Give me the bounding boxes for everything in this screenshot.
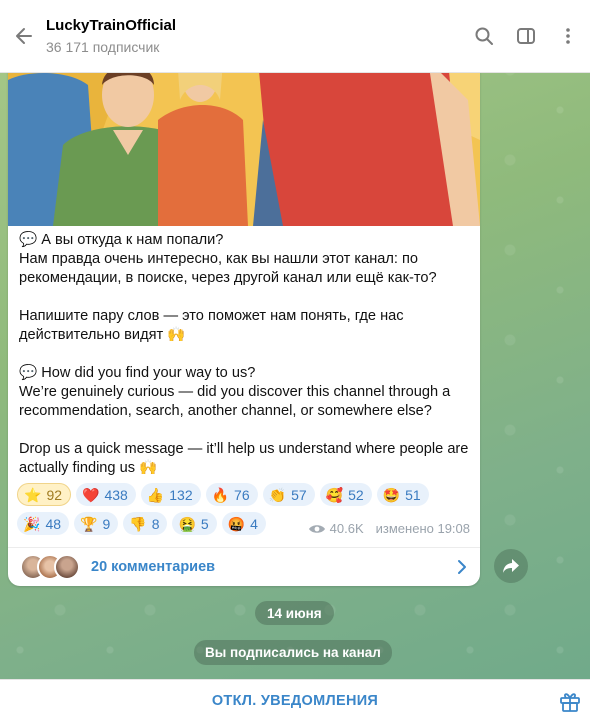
reaction-count: 5 <box>200 515 209 532</box>
reactions-row: ⭐ 92 ❤️ 438 👍 132 🔥 76 👏 57 🥰 52 🤩 51 <box>17 483 477 506</box>
reaction-count: 48 <box>45 515 62 532</box>
reaction-count: 8 <box>151 515 160 532</box>
post-paragraph: Drop us a quick message — it’ll help us … <box>19 441 469 476</box>
comments-label: 20 комментариев <box>91 559 216 575</box>
reaction-emoji: 👏 <box>268 486 287 503</box>
reaction-emoji: 👍 <box>146 486 165 503</box>
reaction-chip[interactable]: ❤️ 438 <box>76 483 136 506</box>
reaction-chip[interactable]: 🏆 9 <box>74 512 119 535</box>
reaction-emoji: 🤮 <box>178 515 196 532</box>
commenter-avatars <box>20 554 80 580</box>
reaction-emoji: 🔥 <box>211 486 230 503</box>
channel-title: LuckyTrainOfficial <box>46 17 177 34</box>
back-button[interactable] <box>4 16 44 56</box>
reaction-emoji: 👎 <box>129 515 147 532</box>
more-menu-button[interactable] <box>550 18 586 54</box>
reaction-count: 57 <box>291 486 307 503</box>
post-illustration[interactable] <box>8 60 480 226</box>
chevron-right-icon <box>458 560 466 574</box>
reaction-emoji: 🎉 <box>23 515 41 532</box>
reaction-count: 438 <box>104 486 128 503</box>
eye-icon <box>308 524 325 533</box>
reaction-chip[interactable]: 👏 57 <box>262 483 315 506</box>
search-button[interactable] <box>466 18 502 54</box>
chat-header: LuckyTrainOfficial 36 171 подписчик <box>0 0 590 73</box>
share-button[interactable] <box>494 549 528 583</box>
reaction-count: 9 <box>102 515 111 532</box>
subscriber-count: 36 171 подписчик <box>46 39 160 55</box>
reaction-emoji: 🥰 <box>325 486 344 503</box>
reaction-count: 92 <box>46 486 63 503</box>
reaction-chip[interactable]: 🥰 52 <box>319 483 372 506</box>
reaction-count: 4 <box>250 515 258 532</box>
mute-notifications-button[interactable]: ОТКЛ. УВЕДОМЛЕНИЯ <box>212 693 378 709</box>
post-text: 💬 А вы откуда к нам попали? Нам правда о… <box>19 231 471 478</box>
reaction-emoji: ❤️ <box>82 486 100 503</box>
arrow-left-icon <box>16 28 32 44</box>
reaction-chip[interactable]: 🤩 51 <box>376 483 429 506</box>
reaction-chip[interactable]: 🤬 4 <box>221 512 266 535</box>
service-message: Вы подписались на канал <box>194 640 392 665</box>
reaction-count: 51 <box>405 486 421 503</box>
sidebar-toggle-button[interactable] <box>508 18 544 54</box>
more-vertical-icon <box>566 28 570 44</box>
channel-post: 💬 А вы откуда к нам попали? Нам правда о… <box>8 60 480 586</box>
reaction-count: 76 <box>234 486 250 503</box>
reaction-chip[interactable]: 👎 8 <box>123 512 168 535</box>
avatar <box>54 554 80 580</box>
reaction-chip[interactable]: 👍 132 <box>140 483 201 506</box>
chat-footer: ОТКЛ. УВЕДОМЛЕНИЯ <box>0 679 590 721</box>
reaction-emoji: ⭐ <box>24 486 42 503</box>
post-paragraph: Напишите пару слов — это поможет нам пон… <box>19 308 404 343</box>
comments-button[interactable]: 20 комментариев <box>8 547 480 586</box>
gift-icon[interactable] <box>558 689 582 713</box>
date-separator: 14 июня <box>255 601 334 625</box>
channel-info[interactable]: LuckyTrainOfficial 36 171 подписчик <box>46 17 176 55</box>
reaction-emoji: 🤬 <box>227 515 246 532</box>
view-count: 40.6K <box>329 521 364 536</box>
reaction-chip[interactable]: ⭐ 92 <box>17 483 72 506</box>
edited-time: изменено 19:08 <box>375 521 470 536</box>
reaction-emoji: 🤩 <box>382 486 401 503</box>
search-icon <box>475 27 493 45</box>
post-meta: 40.6K изменено 19:08 <box>308 521 470 536</box>
reaction-emoji: 🏆 <box>80 515 98 532</box>
share-icon <box>503 559 519 573</box>
reaction-count: 52 <box>348 486 364 503</box>
reaction-chip[interactable]: 🤮 5 <box>172 512 217 535</box>
sidebar-toggle-icon <box>517 28 535 44</box>
reaction-count: 132 <box>169 486 193 503</box>
post-paragraph: 💬 How did you find your way to us? We’re… <box>19 365 451 419</box>
post-paragraph: 💬 А вы откуда к нам попали? Нам правда о… <box>19 232 437 286</box>
reaction-chip[interactable]: 🔥 76 <box>205 483 258 506</box>
reaction-chip[interactable]: 🎉 48 <box>17 512 70 535</box>
